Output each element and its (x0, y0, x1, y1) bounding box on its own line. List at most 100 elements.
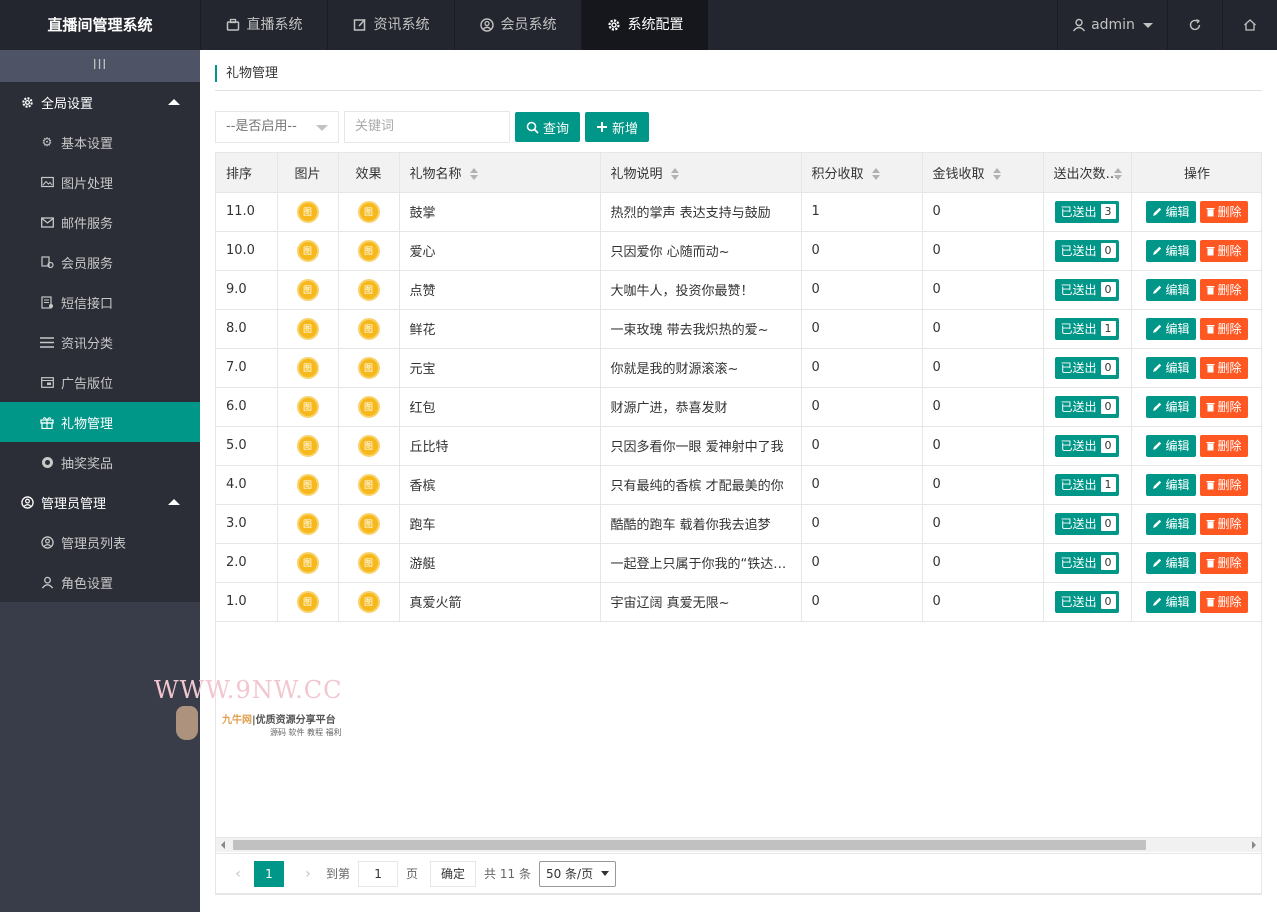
cell-points: 1 (801, 192, 923, 232)
sent-badge[interactable]: 已送出 1 (1055, 317, 1119, 340)
enabled-select[interactable]: --是否启用-- (215, 111, 339, 143)
edit-button[interactable]: 编辑 (1146, 395, 1196, 418)
sent-label: 已送出 (1060, 322, 1097, 336)
sort-icon[interactable] (992, 168, 1001, 181)
sidebar-toggle[interactable]: III (0, 50, 200, 82)
sidebar-group-admin[interactable]: 管理员管理 (0, 482, 200, 522)
delete-button[interactable]: 删除 (1199, 356, 1248, 379)
sort-icon[interactable] (670, 168, 679, 181)
sent-badge[interactable]: 已送出 0 (1055, 434, 1119, 457)
sidebar-item-label: 图片处理 (61, 176, 114, 192)
sidebar-item-ad[interactable]: 广告版位 (0, 362, 200, 402)
table-row: 1.0 图图真爱火箭 宇宙辽阔 真爱无限~ 0 0 已送出 0 编辑 删除 (216, 582, 1261, 622)
sent-badge[interactable]: 已送出 0 (1055, 239, 1119, 262)
sort-icon[interactable] (871, 168, 880, 181)
delete-button[interactable]: 删除 (1199, 551, 1248, 574)
delete-button[interactable]: 删除 (1199, 473, 1248, 496)
sent-badge[interactable]: 已送出 0 (1055, 278, 1119, 301)
user-menu[interactable]: admin (1057, 0, 1167, 50)
table-body: 11.0 图图鼓掌 热烈的掌声 表达支持与鼓励 1 0 已送出 3 编辑 删除 10.0 图图爱心只… (216, 192, 1261, 622)
delete-button[interactable]: 删除 (1199, 317, 1248, 340)
current-page[interactable]: 1 (254, 860, 284, 887)
sidebar-group-global[interactable]: 全局设置 (0, 82, 200, 122)
edit-button[interactable]: 编辑 (1146, 239, 1196, 262)
sidebar-item-label: 抽奖奖品 (61, 456, 114, 472)
sent-badge[interactable]: 已送出 1 (1055, 473, 1119, 496)
goto-confirm-button[interactable]: 确定 (430, 860, 477, 887)
sidebar-item-image[interactable]: 图片处理 (0, 162, 200, 202)
table-row: 4.0 图图香槟 只有最纯的香槟 才配最美的你 0 0 已送出 1 编辑 删除 (216, 465, 1261, 505)
scrollbar-thumb[interactable] (233, 840, 1146, 850)
edit-button[interactable]: 编辑 (1146, 200, 1196, 223)
col-money[interactable]: 金钱收取 (922, 153, 1044, 193)
delete-button[interactable]: 删除 (1199, 239, 1248, 262)
sidebar-item-news-category[interactable]: 资讯分类 (0, 322, 200, 362)
add-button[interactable]: 新增 (585, 112, 650, 142)
gift-effect-icon: 图 (357, 200, 380, 223)
sidebar-item-member-service[interactable]: 会员服务 (0, 242, 200, 282)
next-page-icon[interactable]: › (298, 866, 318, 882)
keyword-input[interactable]: 关键词 (344, 111, 510, 143)
sidebar-item-mail[interactable]: 邮件服务 (0, 202, 200, 242)
prev-page-icon[interactable]: ‹ (228, 866, 248, 882)
sent-count: 0 (1100, 360, 1116, 375)
cell-money: 0 (922, 582, 1044, 622)
edit-button[interactable]: 编辑 (1146, 512, 1196, 535)
sidebar-item-admin-list[interactable]: 管理员列表 (0, 522, 200, 562)
edit-button[interactable]: 编辑 (1146, 434, 1196, 457)
sent-badge[interactable]: 已送出 3 (1055, 200, 1119, 223)
horizontal-scrollbar[interactable] (216, 837, 1261, 852)
delete-button[interactable]: 删除 (1199, 590, 1248, 613)
sidebar-item-role[interactable]: 角色设置 (0, 562, 200, 602)
col-label: 礼物说明 (610, 166, 663, 182)
delete-button[interactable]: 删除 (1199, 278, 1248, 301)
cell-picture: 图 (277, 309, 339, 349)
delete-button[interactable]: 删除 (1199, 200, 1248, 223)
sidebar-item-basic[interactable]: ⚙ 基本设置 (0, 122, 200, 162)
gift-effect-icon: 图 (357, 512, 380, 535)
goto-page-input[interactable]: 1 (358, 860, 399, 887)
refresh-button[interactable] (1167, 0, 1222, 50)
chevron-down-icon (316, 125, 328, 131)
sidebar-item-gift[interactable]: 礼物管理 (0, 402, 200, 442)
sent-badge[interactable]: 已送出 0 (1055, 356, 1119, 379)
sent-badge[interactable]: 已送出 0 (1055, 395, 1119, 418)
sort-icon[interactable] (469, 168, 478, 181)
edit-button[interactable]: 编辑 (1146, 317, 1196, 340)
delete-button[interactable]: 删除 (1199, 512, 1248, 535)
sent-badge[interactable]: 已送出 0 (1055, 512, 1119, 535)
col-name[interactable]: 礼物名称 (399, 153, 601, 193)
sidebar-item-sms[interactable]: 短信接口 (0, 282, 200, 322)
scroll-left-icon[interactable] (221, 841, 225, 849)
topnav-live[interactable]: 直播系统 (200, 0, 327, 50)
cell-money: 0 (922, 504, 1044, 544)
col-sent[interactable]: 送出次数 (1043, 153, 1132, 193)
edit-button[interactable]: 编辑 (1146, 278, 1196, 301)
edit-button[interactable]: 编辑 (1146, 551, 1196, 574)
col-points[interactable]: 积分收取 (801, 153, 923, 193)
delete-button[interactable]: 删除 (1199, 434, 1248, 457)
sent-badge[interactable]: 已送出 0 (1055, 551, 1119, 574)
col-desc[interactable]: 礼物说明 (600, 153, 802, 193)
sent-count: 0 (1100, 594, 1116, 609)
cell-points: 0 (801, 270, 923, 310)
topnav-news[interactable]: 资讯系统 (327, 0, 454, 50)
goto-label: 到第 (326, 867, 351, 881)
sent-badge[interactable]: 已送出 0 (1055, 590, 1119, 613)
sidebar-item-label: 角色设置 (61, 576, 114, 592)
breadcrumb: 礼物管理 (215, 65, 278, 82)
search-button[interactable]: 查询 (515, 112, 581, 142)
edit-button[interactable]: 编辑 (1146, 356, 1196, 379)
topnav-member-label: 会员系统 (500, 17, 557, 33)
page-size-select[interactable]: 50 条/页 (538, 860, 617, 887)
edit-button[interactable]: 编辑 (1146, 473, 1196, 496)
table-row: 5.0 图图丘比特 只因多看你一眼 爱神射中了我 0 0 已送出 0 编辑 删除 (216, 426, 1261, 466)
scroll-right-icon[interactable] (1252, 841, 1256, 849)
edit-label: 编辑 (1165, 595, 1190, 609)
edit-button[interactable]: 编辑 (1146, 590, 1196, 613)
topnav-member[interactable]: 会员系统 (454, 0, 581, 50)
delete-button[interactable]: 删除 (1199, 395, 1248, 418)
topnav-sysconfig[interactable]: 系统配置 (581, 0, 708, 50)
home-button[interactable] (1222, 0, 1277, 50)
sidebar-item-prize[interactable]: 抽奖奖品 (0, 442, 200, 482)
